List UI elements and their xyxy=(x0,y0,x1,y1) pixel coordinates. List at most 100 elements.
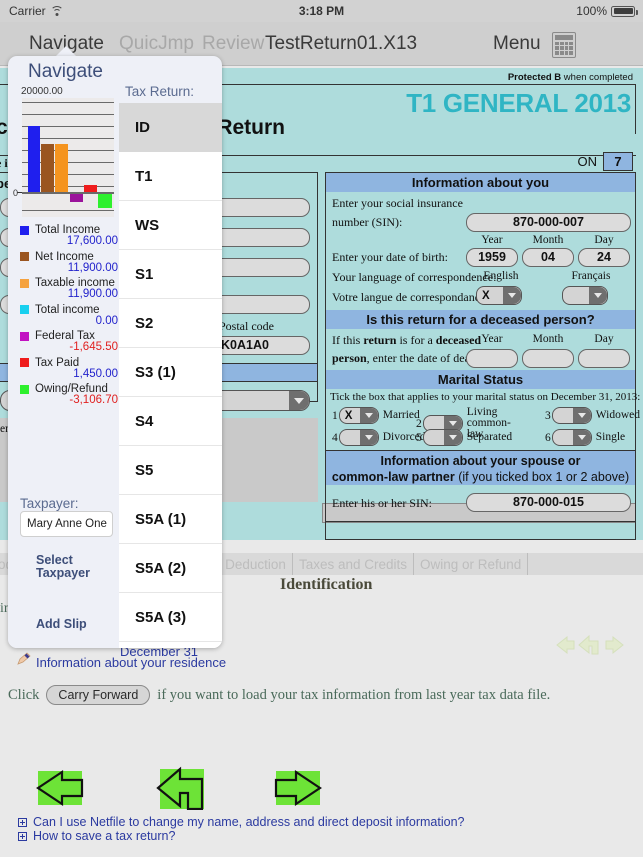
list-item[interactable]: S5A (2) xyxy=(119,544,222,593)
review-button[interactable]: Review xyxy=(196,33,270,55)
death-month-label: Month xyxy=(532,333,564,345)
faq-item[interactable]: How to save a tax return? xyxy=(18,830,465,843)
chart-max-label: 20000.00 xyxy=(21,86,63,97)
deceased-header: Is this return for a deceased person? xyxy=(326,310,635,329)
death-month-field[interactable] xyxy=(522,349,574,368)
add-slip-button[interactable]: Add Slip xyxy=(36,618,87,631)
tab-owing-or-refund[interactable]: Owing or Refund xyxy=(414,553,529,575)
faq-item-label: How to save a tax return? xyxy=(33,829,176,843)
death-year-field[interactable] xyxy=(466,349,518,368)
list-item[interactable]: S3 (1) xyxy=(119,348,222,397)
tax-return-list[interactable]: ID T1 WS S1 S2 S3 (1) S4 S5 S5A (1) S5A … xyxy=(119,103,222,648)
arrow-right-icon[interactable] xyxy=(605,635,624,655)
tab-taxes-and-credits[interactable]: Taxes and Credits xyxy=(292,553,415,575)
spouse-header: Information about your spouse or common-… xyxy=(326,451,635,485)
arrow-left-icon[interactable] xyxy=(36,769,84,807)
marital-option-married[interactable]: 1 X Married xyxy=(332,407,420,424)
list-item[interactable]: WS xyxy=(119,201,222,250)
legend-label: Tax Paid xyxy=(35,356,80,369)
english-select[interactable]: X xyxy=(476,286,522,305)
ios-status-bar: Carrier 3:18 PM 100% xyxy=(0,0,643,22)
section-title: Identification xyxy=(280,576,373,593)
legend-swatch xyxy=(20,278,29,288)
province-number: 7 xyxy=(603,152,633,171)
list-item[interactable]: S5A (3) xyxy=(119,593,222,642)
protected-b-label: Protected B when completed xyxy=(507,72,633,83)
dob-month-field[interactable]: 04 xyxy=(522,248,574,267)
legend-value: 0.00 xyxy=(95,314,118,327)
arrow-right-icon[interactable] xyxy=(274,769,322,807)
english-tick-value: X xyxy=(482,289,490,302)
marital-option-single[interactable]: 6 Single xyxy=(545,429,625,446)
legend-swatch xyxy=(20,331,29,341)
sin-label-line1: Enter your social insurance xyxy=(332,196,463,210)
marital-option-separated[interactable]: 5 Separated xyxy=(416,429,512,446)
carry-forward-prefix: Click xyxy=(8,686,40,703)
english-label: English xyxy=(483,270,519,282)
marital-option-widowed[interactable]: 3 Widowed xyxy=(545,407,640,424)
spouse-sin-field[interactable]: 870-000-015 xyxy=(466,493,631,512)
legend-swatch xyxy=(20,305,29,314)
chart-bar-net-income xyxy=(41,144,54,192)
chart-bar-total-income xyxy=(28,126,40,192)
residence-info-link[interactable]: Information about your residence xyxy=(36,655,226,670)
arrow-return-icon[interactable] xyxy=(156,766,204,810)
list-item[interactable]: ID xyxy=(119,103,222,152)
list-item[interactable]: T1 xyxy=(119,152,222,201)
faq-item[interactable]: Can I use Netfile to change my name, add… xyxy=(18,816,465,829)
marital-option-divorced[interactable]: 4 Divorced xyxy=(332,429,426,446)
arrow-return-icon[interactable] xyxy=(578,634,599,655)
carry-forward-suffix: if you want to load your tax information… xyxy=(157,686,551,703)
lang-label-fr: Votre langue de correspondance : xyxy=(332,290,492,304)
app-root: Carrier 3:18 PM 100% Navigate QuicJmp Re… xyxy=(0,0,643,857)
day-label: Day xyxy=(594,234,614,246)
list-item[interactable]: S5 xyxy=(119,446,222,495)
death-day-field[interactable] xyxy=(578,349,630,368)
battery-percent-label: 100% xyxy=(576,4,607,18)
francais-label: Français xyxy=(571,270,611,282)
sin-label-line2: number (SIN): xyxy=(332,215,403,229)
sin-field[interactable]: 870-000-007 xyxy=(466,213,631,232)
calculator-icon[interactable] xyxy=(552,32,576,58)
taxpayer-field[interactable]: Mary Anne One xyxy=(20,511,113,537)
legend-value: 11,900.00 xyxy=(67,288,118,300)
dob-day-field[interactable]: 24 xyxy=(578,248,630,267)
dob-year-field[interactable]: 1959 xyxy=(466,248,518,267)
select-taxpayer-button[interactable]: Select Taxpayer xyxy=(36,554,90,580)
list-item[interactable]: S5A (4) xyxy=(119,642,222,648)
section-nav-arrows xyxy=(556,634,624,655)
carry-forward-row: Click Carry Forward if you want to load … xyxy=(8,685,550,705)
status-bar-right: 100% xyxy=(576,4,638,18)
legend-swatch xyxy=(20,384,29,394)
postal-code-field[interactable]: K0A1A0 xyxy=(210,336,310,355)
province-code: ON xyxy=(577,154,598,169)
info-about-you-header: Information about you xyxy=(326,173,635,192)
taxpayer-label: Taxpayer: xyxy=(20,496,79,511)
legend-item: Net Income 11,900.00 xyxy=(20,251,118,274)
list-item[interactable]: S4 xyxy=(119,397,222,446)
list-item[interactable]: S2 xyxy=(119,299,222,348)
list-item[interactable]: S1 xyxy=(119,250,222,299)
legend-label: Net Income xyxy=(35,250,94,263)
legend-value: -1,645.50 xyxy=(69,341,118,353)
legend-swatch xyxy=(20,358,29,367)
list-item[interactable]: S5A (1) xyxy=(119,495,222,544)
month-label: Month xyxy=(532,234,564,246)
carry-forward-button[interactable]: Carry Forward xyxy=(46,685,151,705)
legend-item: Federal Tax -1,645.50 xyxy=(20,330,118,353)
legend-item: Taxable income 11,900.00 xyxy=(20,277,118,300)
francais-select[interactable] xyxy=(562,286,608,305)
clock-label: 3:18 PM xyxy=(298,4,345,18)
faq-item-label: Can I use Netfile to change my name, add… xyxy=(33,815,465,829)
close-icon[interactable] xyxy=(599,32,626,58)
menu-button[interactable]: Menu xyxy=(487,33,547,55)
popover-form-list-pane: Tax Return: ID T1 WS S1 S2 S3 (1) S4 S5 … xyxy=(119,82,222,648)
arrow-left-icon[interactable] xyxy=(556,635,575,655)
t1-general-title: T1 GENERAL 2013 xyxy=(406,88,631,118)
legend-item: Owing/Refund -3,106.70 xyxy=(20,383,118,406)
expand-plus-icon[interactable] xyxy=(18,818,27,827)
expand-plus-icon[interactable] xyxy=(18,832,27,841)
quicjmp-button[interactable]: QuicJmp xyxy=(113,33,200,55)
legend-swatch xyxy=(20,225,29,235)
spouse-sin-label: Enter his or her SIN: xyxy=(332,496,432,510)
